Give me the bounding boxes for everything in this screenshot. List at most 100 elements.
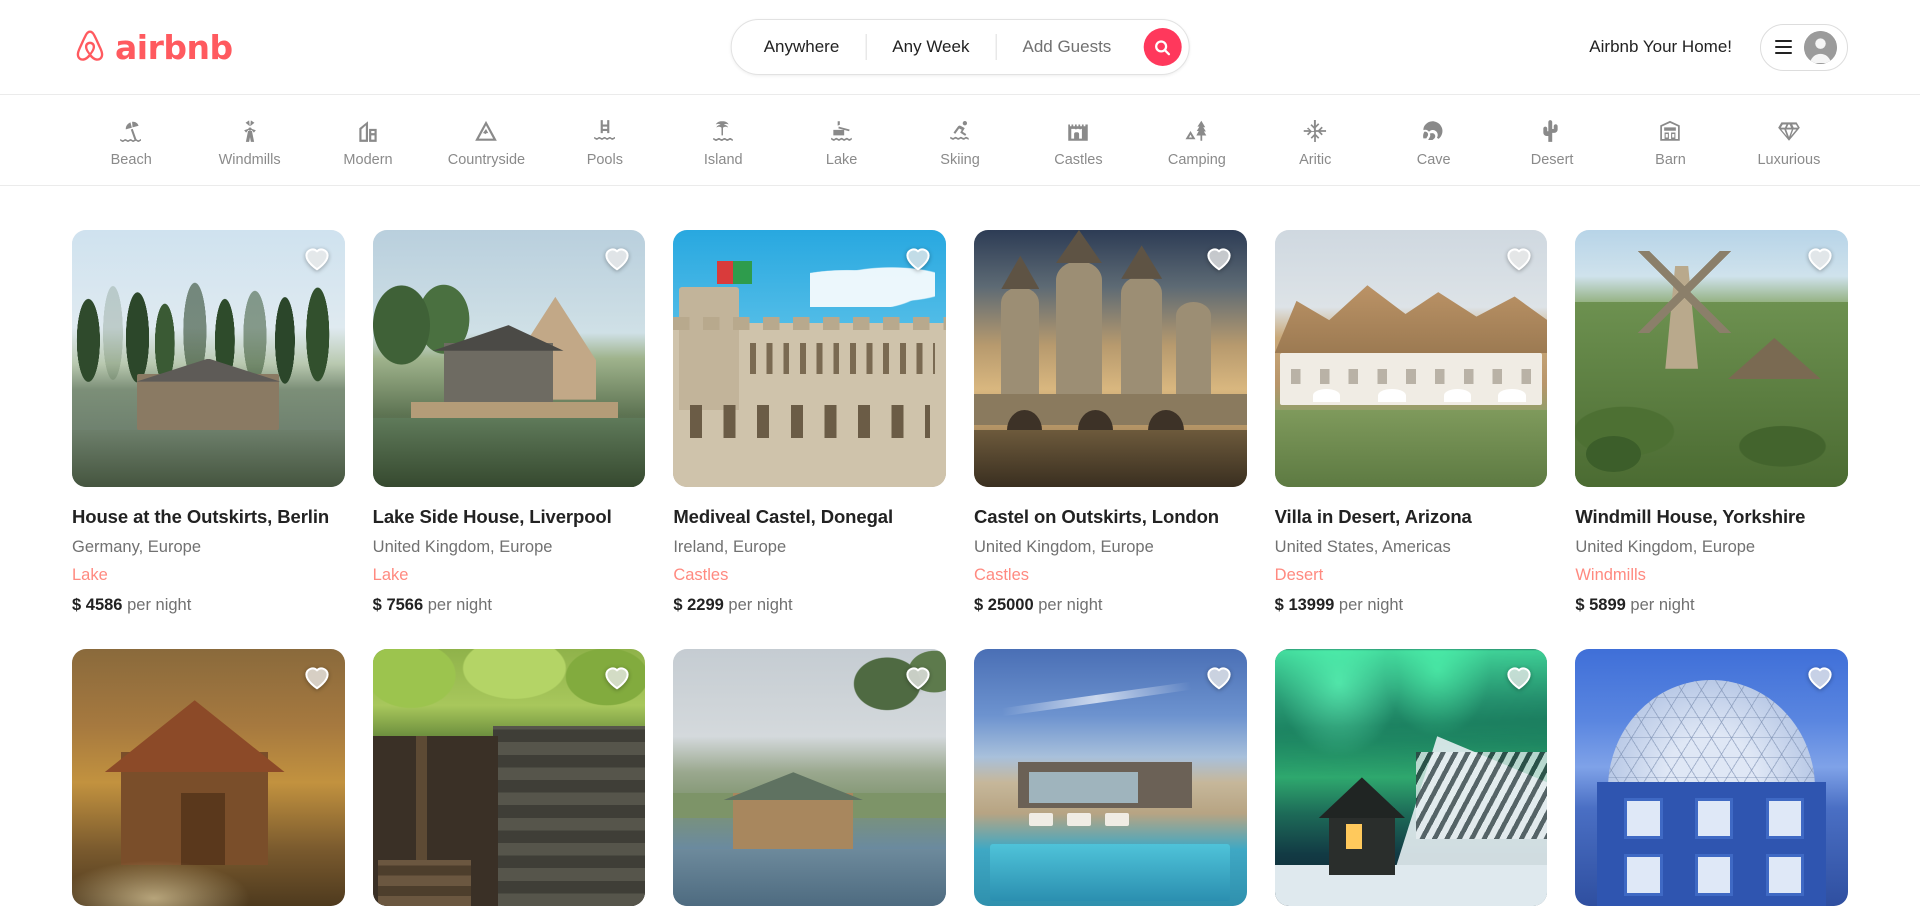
- heart-icon[interactable]: [1504, 243, 1534, 273]
- header-right-group: Airbnb Your Home!: [1577, 23, 1848, 71]
- category-skiing[interactable]: Skiing: [901, 113, 1019, 168]
- category-luxurious[interactable]: Luxurious: [1730, 113, 1848, 168]
- category-label: Island: [703, 151, 743, 168]
- listing-price-value: 5899: [1589, 596, 1626, 615]
- heart-icon[interactable]: [1504, 662, 1534, 692]
- listing-image[interactable]: [1575, 230, 1848, 487]
- castle-icon: [1064, 117, 1092, 145]
- listing-card[interactable]: Lake Side House, Liverpool United Kingdo…: [372, 230, 646, 617]
- listing-card[interactable]: [372, 648, 646, 906]
- listing-title: Windmill House, Yorkshire: [1575, 506, 1806, 527]
- listing-card[interactable]: [72, 648, 345, 906]
- heart-icon[interactable]: [602, 243, 632, 273]
- listing-image[interactable]: [372, 648, 646, 906]
- listing-card[interactable]: House at the Outskirts, Berlin Germany, …: [72, 230, 345, 617]
- listing-image[interactable]: [1575, 648, 1848, 906]
- category-label: Pools: [586, 151, 623, 168]
- listing-currency: $: [372, 596, 382, 615]
- listing-category: Windmills: [1575, 565, 1646, 584]
- listing-price-value: 13999: [1288, 596, 1335, 615]
- listing-image[interactable]: [673, 230, 946, 487]
- listing-title: Mediveal Castel, Donegal: [673, 506, 894, 527]
- listing-price-value: 2299: [687, 596, 724, 615]
- listing-image[interactable]: [1274, 648, 1548, 906]
- category-label: Skiing: [940, 151, 980, 168]
- category-modern[interactable]: Modern: [309, 113, 427, 168]
- listing-price: $ 5899 per night: [1575, 595, 1848, 616]
- listing-title: House at the Outskirts, Berlin: [72, 506, 330, 527]
- heart-icon[interactable]: [1805, 243, 1835, 273]
- listing-location: United Kingdom, Europe: [1575, 537, 1756, 556]
- search-guests-field[interactable]: Add Guests: [996, 20, 1137, 74]
- search-dates-field[interactable]: Any Week: [866, 20, 995, 74]
- listing-image[interactable]: [973, 230, 1247, 487]
- heart-icon[interactable]: [1204, 243, 1234, 273]
- category-pools[interactable]: Pools: [546, 113, 664, 168]
- heart-icon[interactable]: [1204, 662, 1234, 692]
- category-beach[interactable]: Beach: [72, 113, 190, 168]
- listing-card[interactable]: [1575, 648, 1848, 906]
- listing-category: Desert: [1274, 565, 1324, 584]
- listing-title: Lake Side House, Liverpool: [372, 506, 612, 527]
- listing-image[interactable]: [973, 648, 1247, 906]
- user-avatar-icon[interactable]: [1804, 30, 1837, 64]
- heart-icon[interactable]: [602, 662, 632, 692]
- category-desert[interactable]: Desert: [1493, 113, 1611, 168]
- hamburger-menu-icon[interactable]: [1775, 40, 1792, 54]
- listing-image[interactable]: [72, 230, 345, 487]
- listing-image[interactable]: [372, 230, 646, 487]
- listing-card[interactable]: Castel on Outskirts, London United Kingd…: [973, 230, 1247, 617]
- search-location-field[interactable]: Anywhere: [738, 20, 866, 74]
- site-header: airbnb Anywhere Any Week Add Guests Airb…: [0, 0, 1920, 95]
- category-castles[interactable]: Castles: [1019, 113, 1137, 168]
- listing-price-suffix: per night: [1038, 596, 1103, 615]
- category-camping[interactable]: Camping: [1138, 113, 1256, 168]
- mountain-icon: [472, 117, 500, 145]
- category-lake[interactable]: Lake: [782, 113, 900, 168]
- category-label: Countryside: [447, 151, 526, 168]
- listing-card[interactable]: [973, 648, 1247, 906]
- listing-location: United States, Americas: [1274, 537, 1451, 556]
- listing-price-value: 25000: [987, 596, 1034, 615]
- category-island[interactable]: Island: [664, 113, 782, 168]
- heart-icon[interactable]: [302, 662, 332, 692]
- search-icon: [1155, 39, 1171, 55]
- category-countryside[interactable]: Countryside: [427, 113, 545, 168]
- listing-card[interactable]: Mediveal Castel, Donegal Ireland, Europe…: [673, 230, 946, 617]
- category-filter-bar: Beach Windmills Modern Countryside Pools…: [0, 95, 1920, 186]
- listing-image[interactable]: [673, 648, 946, 906]
- category-aritic[interactable]: Aritic: [1256, 113, 1374, 168]
- listing-currency: $: [1575, 596, 1585, 615]
- listing-image[interactable]: [1274, 230, 1548, 487]
- user-menu-button[interactable]: [1760, 23, 1848, 71]
- heart-icon[interactable]: [903, 662, 933, 692]
- listing-price-suffix: per night: [1630, 596, 1695, 615]
- search-bar[interactable]: Anywhere Any Week Add Guests: [730, 19, 1190, 75]
- airbnb-bellhop-icon: [72, 28, 108, 66]
- listing-location: United Kingdom, Europe: [973, 537, 1154, 556]
- airbnb-logo[interactable]: airbnb: [72, 28, 233, 66]
- heart-icon[interactable]: [302, 243, 332, 273]
- listing-card[interactable]: Villa in Desert, Arizona United States, …: [1274, 230, 1548, 617]
- heart-icon[interactable]: [903, 243, 933, 273]
- search-submit-button[interactable]: [1143, 28, 1182, 66]
- diamond-icon: [1775, 117, 1803, 145]
- listing-currency: $: [1274, 596, 1284, 615]
- listing-card[interactable]: [673, 648, 946, 906]
- listing-category: Castles: [973, 565, 1030, 584]
- category-label: Modern: [343, 151, 393, 168]
- category-cave[interactable]: Cave: [1374, 113, 1492, 168]
- category-barn[interactable]: Barn: [1611, 113, 1729, 168]
- snowflake-icon: [1301, 117, 1329, 145]
- category-label: Barn: [1655, 151, 1686, 168]
- listing-image[interactable]: [72, 648, 345, 906]
- category-windmills[interactable]: Windmills: [190, 113, 308, 168]
- category-label: Aritic: [1299, 151, 1332, 168]
- listing-card[interactable]: Windmill House, Yorkshire United Kingdom…: [1575, 230, 1848, 617]
- listing-currency: $: [673, 596, 683, 615]
- listing-card[interactable]: [1274, 648, 1548, 906]
- heart-icon[interactable]: [1805, 662, 1835, 692]
- listing-category: Lake: [372, 565, 409, 584]
- category-label: Cave: [1416, 151, 1451, 168]
- airbnb-your-home-link[interactable]: Airbnb Your Home!: [1577, 27, 1744, 67]
